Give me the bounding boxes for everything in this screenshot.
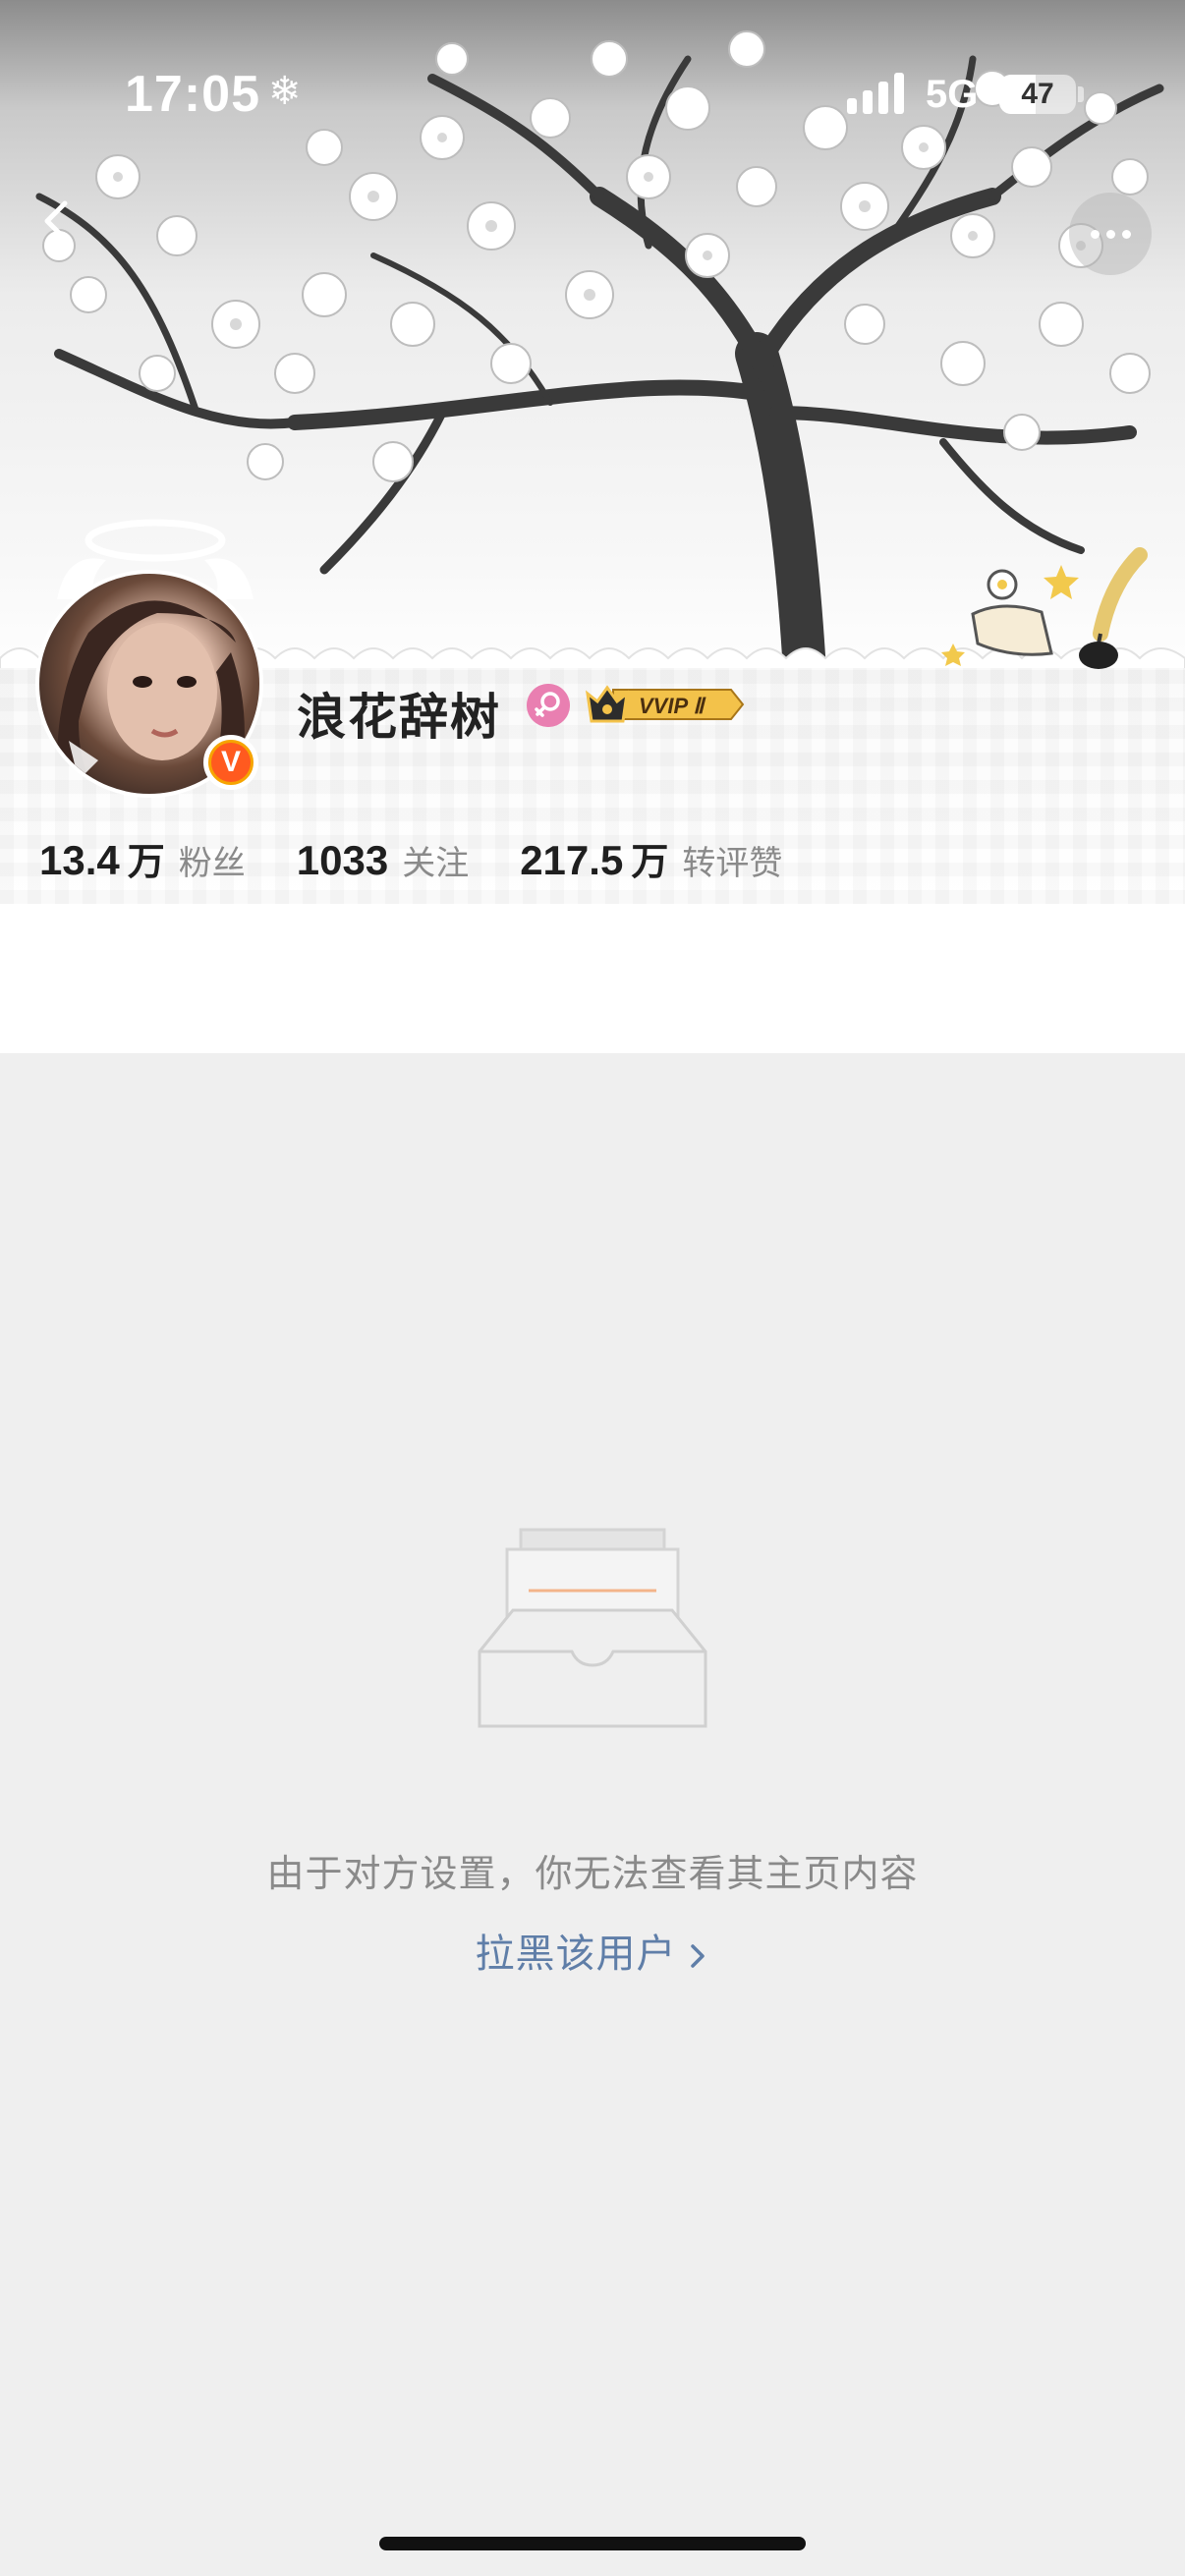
stat-label: 粉丝 (178, 844, 246, 883)
chevron-left-icon[interactable] (28, 192, 86, 251)
verified-badge[interactable]: V (203, 735, 258, 790)
verified-label: V (211, 743, 251, 782)
snowflake-icon: ❄ (268, 69, 302, 114)
battery-level: 47 (1021, 78, 1054, 110)
empty-inbox-icon (478, 1528, 707, 1728)
signal-icon (847, 73, 904, 114)
status-time: 17:05 (125, 66, 260, 123)
block-user-label: 拉黑该用户 (475, 1932, 677, 1977)
profile-stats: 13.4 万 粉丝 1033 关注 217.5 万 转评赞 (39, 831, 833, 890)
network-type: 5G (926, 73, 979, 116)
stat-label: 转评赞 (682, 844, 783, 883)
more-button[interactable] (1069, 193, 1152, 275)
empty-state-message: 由于对方设置，你无法查看其主页内容 (266, 1852, 919, 1895)
stat-unit: 万 (631, 840, 669, 883)
stat-value: 13.4 (39, 837, 120, 883)
vip-label: VVIP Ⅱ (639, 694, 706, 718)
battery-cap (1078, 86, 1084, 102)
more-dots-icon (1106, 230, 1115, 239)
home-indicator[interactable] (379, 2537, 806, 2550)
block-user-link[interactable]: 拉黑该用户 (0, 1922, 1185, 1979)
username: 浪花辞树 (297, 689, 501, 746)
battery-icon: 47 (999, 75, 1076, 114)
stat-following[interactable]: 1033 关注 (297, 836, 469, 884)
female-gender-icon (527, 684, 570, 727)
more-dots-icon (1091, 230, 1100, 239)
stat-interactions[interactable]: 217.5 万 转评赞 (520, 831, 782, 885)
stat-followers[interactable]: 13.4 万 粉丝 (39, 831, 246, 885)
vip-badge[interactable]: VVIP Ⅱ (584, 682, 745, 727)
stat-value: 1033 (296, 837, 389, 883)
stat-unit: 万 (127, 840, 165, 883)
stat-value: 217.5 (520, 837, 624, 883)
quill-sticker (941, 547, 1148, 669)
more-dots-icon (1122, 230, 1131, 239)
stat-label: 关注 (402, 844, 470, 883)
chevron-right-icon (690, 1944, 705, 1968)
